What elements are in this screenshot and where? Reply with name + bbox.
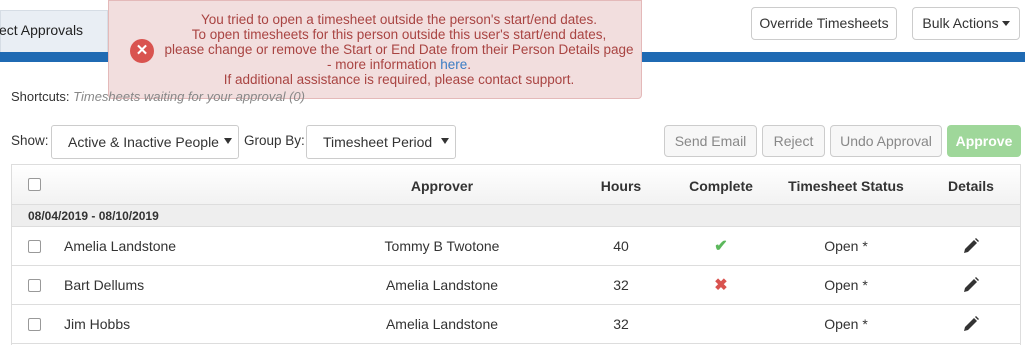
person-name: Amelia Landstone — [64, 238, 177, 254]
hours-value: 32 — [613, 316, 629, 332]
approver-name: Tommy B Twotone — [384, 238, 500, 254]
alert-line: You tried to open a timesheet outside th… — [200, 12, 598, 27]
pencil-icon[interactable] — [962, 315, 980, 336]
undo-approval-button[interactable]: Undo Approval — [830, 125, 942, 157]
row-checkbox[interactable] — [28, 279, 41, 292]
group-by-label: Group By: — [244, 133, 305, 148]
status-value: Open * — [824, 277, 868, 293]
close-circle-icon: ✕ — [130, 39, 154, 63]
approvals-tab[interactable]: ect Approvals — [0, 10, 108, 52]
header-timesheet-status: Timesheet Status — [788, 178, 904, 194]
alert-message: You tried to open a timesheet outside th… — [159, 12, 639, 87]
person-name: Bart Dellums — [64, 277, 145, 293]
hours-value: 32 — [613, 277, 629, 293]
override-timesheets-button[interactable]: Override Timesheets — [751, 7, 897, 40]
person-name: Jim Hobbs — [64, 316, 131, 332]
table-row[interactable]: Bart Dellums Amelia Landstone 32 ✖ Open … — [12, 266, 1020, 305]
alert-line: If additional assistance is required, pl… — [223, 72, 575, 87]
approvals-tab-label: ect Approvals — [0, 22, 84, 38]
alert-line-prefix: - more information — [326, 57, 441, 72]
send-email-button[interactable]: Send Email — [664, 125, 757, 157]
show-select-value: Active & Inactive People — [68, 134, 219, 150]
approve-button[interactable]: Approve — [947, 125, 1021, 157]
group-by-select[interactable]: Timesheet Period — [306, 125, 456, 159]
group-period-label: 08/04/2019 - 08/10/2019 — [28, 209, 159, 223]
table-row[interactable]: Amelia Landstone Tommy B Twotone 40 ✔ Op… — [12, 227, 1020, 266]
caret-down-icon — [1001, 20, 1010, 26]
shortcuts: Shortcuts: Timesheets waiting for your a… — [11, 89, 305, 104]
bulk-actions-button[interactable]: Bulk Actions — [912, 7, 1020, 40]
timesheet-table: Approver Hours Complete Timesheet Status… — [11, 164, 1021, 345]
approver-name: Amelia Landstone — [385, 316, 499, 332]
group-by-select-value: Timesheet Period — [323, 134, 433, 150]
alert-line: please change or remove the Start or End… — [164, 42, 634, 57]
alert-line: - more information here. — [159, 57, 639, 72]
alert-line: To open timesheets for this person outsi… — [191, 27, 607, 42]
status-value: Open * — [824, 238, 868, 254]
show-label: Show: — [11, 133, 49, 148]
shortcuts-label: Shortcuts: — [11, 89, 70, 104]
dropdown-arrow-icon — [224, 138, 232, 144]
cross-icon: ✖ — [714, 277, 728, 294]
hours-value: 40 — [613, 238, 629, 254]
header-hours: Hours — [600, 178, 642, 194]
row-checkbox[interactable] — [28, 240, 41, 253]
reject-button[interactable]: Reject — [762, 125, 825, 157]
more-info-link[interactable]: here — [440, 57, 467, 72]
pencil-icon[interactable] — [962, 237, 980, 258]
approver-name: Amelia Landstone — [385, 277, 499, 293]
shortcut-waiting-link[interactable]: Timesheets waiting for your approval (0) — [73, 89, 305, 104]
show-select[interactable]: Active & Inactive People — [51, 125, 239, 159]
select-all-checkbox[interactable] — [28, 178, 41, 191]
table-row[interactable]: Jim Hobbs Amelia Landstone 32 Open * — [12, 305, 1020, 344]
group-row: 08/04/2019 - 08/10/2019 — [12, 205, 1020, 227]
error-alert: ✕ You tried to open a timesheet outside … — [108, 0, 642, 99]
dropdown-arrow-icon — [441, 138, 449, 144]
header-approver: Approver — [410, 178, 474, 194]
table-header: Approver Hours Complete Timesheet Status… — [12, 165, 1020, 205]
bulk-actions-label: Bulk Actions — [922, 15, 999, 31]
checkmark-icon: ✔ — [714, 238, 728, 255]
header-complete: Complete — [689, 178, 753, 194]
status-value: Open * — [824, 316, 868, 332]
row-checkbox[interactable] — [28, 318, 41, 331]
header-details: Details — [948, 178, 994, 194]
alert-line-suffix: . — [467, 57, 472, 72]
pencil-icon[interactable] — [962, 276, 980, 297]
